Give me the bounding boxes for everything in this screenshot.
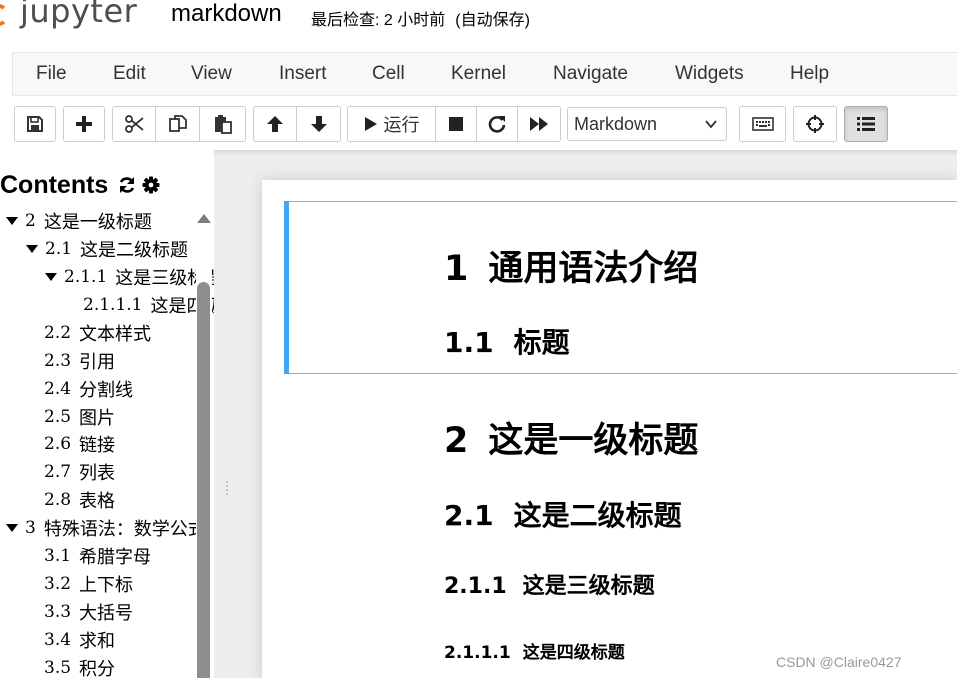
list-icon xyxy=(857,117,875,131)
toc-item[interactable]: 2.4 分割线 xyxy=(44,376,133,402)
markdown-heading-4: 2.1.1.1 这是四级标题 xyxy=(444,643,625,663)
caret-down-icon[interactable] xyxy=(6,524,18,532)
selected-cell-indicator xyxy=(284,201,289,374)
move-up-button[interactable] xyxy=(253,106,297,142)
toc-sidebar: Contents 2 这是一级标题 2.1 这是二级标题 2.1.1 这是三级标题 2… xyxy=(0,150,214,678)
crosshairs-icon xyxy=(806,115,824,133)
save-button[interactable] xyxy=(14,106,56,142)
arrow-down-icon xyxy=(310,116,327,132)
navigate-button[interactable] xyxy=(793,106,837,142)
scissors-icon xyxy=(125,115,144,133)
toc-header: Contents xyxy=(0,170,160,200)
command-palette-button[interactable] xyxy=(739,106,786,142)
toc-toggle-button[interactable] xyxy=(844,106,888,142)
save-icon xyxy=(27,116,43,132)
menu-help[interactable]: Help xyxy=(790,63,829,85)
jupyter-logo-icon xyxy=(0,4,6,26)
toc-item[interactable]: 2.1.1.1这是四级标题 xyxy=(83,292,214,318)
menu-view[interactable]: View xyxy=(191,63,232,85)
logo-text: jupyter xyxy=(20,0,138,30)
markdown-heading-1: 2 这是一级标题 xyxy=(444,421,699,461)
stop-icon xyxy=(449,117,463,131)
toc-item[interactable]: 2.2 文本样式 xyxy=(44,320,151,346)
toc-title: Contents xyxy=(0,170,109,199)
toc-item[interactable]: 3.3 大括号 xyxy=(44,599,133,625)
toc-item[interactable]: 3 特殊语法：数学公式 xyxy=(6,515,206,541)
restart-run-all-button[interactable] xyxy=(518,106,561,142)
run-button[interactable]: 运行 xyxy=(347,106,436,142)
play-icon xyxy=(364,117,377,131)
fast-forward-icon xyxy=(530,117,548,131)
save-status: 最后检查: 2 小时前 (自动保存) xyxy=(311,6,530,30)
toc-item[interactable]: 2.1 这是二级标题 xyxy=(26,236,188,262)
paste-button[interactable] xyxy=(200,106,246,142)
toc-item[interactable]: 3.4 求和 xyxy=(44,627,115,653)
toolbar: 运行 xyxy=(0,100,957,150)
menu-cell[interactable]: Cell xyxy=(372,63,405,85)
notebook-title[interactable]: markdown xyxy=(171,0,282,28)
caret-down-icon[interactable] xyxy=(26,245,38,253)
autosave-status: (自动保存) xyxy=(455,12,530,29)
cut-button[interactable] xyxy=(112,106,156,142)
toc-item[interactable]: 2.5 图片 xyxy=(44,404,115,430)
menu-navigate[interactable]: Navigate xyxy=(553,63,628,85)
markdown-heading-1: 1 通用语法介绍 xyxy=(444,249,699,289)
menu-file[interactable]: File xyxy=(36,63,67,85)
watermark: CSDN @Claire0427 xyxy=(776,654,902,670)
menu-edit[interactable]: Edit xyxy=(113,63,146,85)
cell-type-select[interactable]: Markdown xyxy=(567,107,727,141)
insert-cell-button[interactable] xyxy=(63,106,105,142)
menubar: File Edit View Insert Cell Kernel Naviga… xyxy=(12,52,957,96)
markdown-heading-3: 2.1.1 这是三级标题 xyxy=(444,574,655,599)
refresh-icon[interactable] xyxy=(118,176,136,194)
plus-icon xyxy=(76,116,92,132)
sidebar-resize-handle[interactable]: ⋮ ⋮ xyxy=(221,480,233,500)
chevron-down-icon xyxy=(705,120,717,129)
paste-icon xyxy=(214,115,232,134)
toc-item[interactable]: 2.7 列表 xyxy=(44,459,115,485)
toc-item[interactable]: 3.1 希腊字母 xyxy=(44,543,151,569)
markdown-heading-2: 2.1 这是二级标题 xyxy=(444,499,682,532)
copy-button[interactable] xyxy=(156,106,200,142)
toc-item[interactable]: 2.8 表格 xyxy=(44,487,115,513)
toc-item[interactable]: 2.6 链接 xyxy=(44,431,115,457)
run-label: 运行 xyxy=(383,115,420,135)
last-checkpoint: 最后检查: 2 小时前 xyxy=(311,12,446,29)
markdown-heading-2: 1.1 标题 xyxy=(444,326,570,359)
caret-down-icon[interactable] xyxy=(45,273,57,281)
toc-item[interactable]: 3.2 上下标 xyxy=(44,571,133,597)
restart-icon xyxy=(488,116,506,133)
restart-button[interactable] xyxy=(477,106,518,142)
toc-item[interactable]: 2.3 引用 xyxy=(44,348,115,374)
menu-insert[interactable]: Insert xyxy=(279,63,327,85)
copy-icon xyxy=(168,115,187,132)
cell-type-value: Markdown xyxy=(574,113,658,134)
interrupt-button[interactable] xyxy=(436,106,477,142)
move-down-button[interactable] xyxy=(297,106,341,142)
menu-widgets[interactable]: Widgets xyxy=(675,63,744,85)
toc-item[interactable]: 2.1.1 这是三级标题 xyxy=(45,264,214,290)
gear-icon[interactable] xyxy=(142,176,160,194)
menu-kernel[interactable]: Kernel xyxy=(451,63,506,85)
jupyter-logo[interactable]: jupyter xyxy=(0,0,156,34)
toc-item[interactable]: 2 这是一级标题 xyxy=(6,208,152,234)
scroll-up-arrow-icon[interactable] xyxy=(197,214,211,223)
caret-down-icon[interactable] xyxy=(6,217,18,225)
notebook-header: jupyter markdown 最后检查: 2 小时前 (自动保存) xyxy=(0,0,957,52)
toc-item[interactable]: 3.5 积分 xyxy=(44,655,115,678)
arrow-up-icon xyxy=(267,116,283,132)
toc-scrollbar-thumb[interactable] xyxy=(197,282,210,678)
keyboard-icon xyxy=(751,117,774,131)
